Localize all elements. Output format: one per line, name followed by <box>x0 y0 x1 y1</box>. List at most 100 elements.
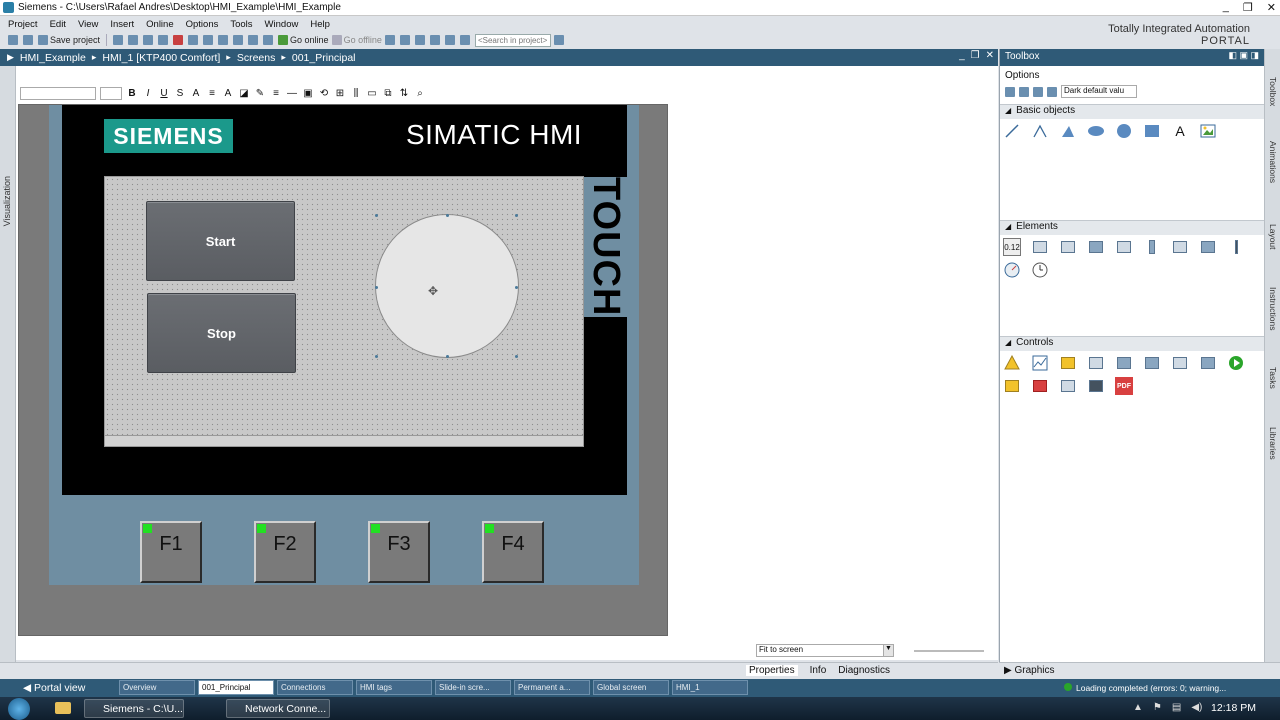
underline-button[interactable]: U <box>158 88 170 99</box>
media-player-icon[interactable] <box>1227 354 1245 372</box>
table-view-icon[interactable] <box>1059 377 1077 395</box>
settings-icon[interactable] <box>1033 86 1043 97</box>
list-icon[interactable] <box>1047 86 1057 97</box>
go-offline-button[interactable]: Go offline <box>331 34 382 47</box>
breadcrumb-project[interactable]: HMI_Example <box>20 52 86 64</box>
menu-options[interactable]: Options <box>182 17 227 32</box>
task-card-tasks[interactable]: Tasks <box>1268 367 1278 389</box>
selection-handle[interactable] <box>446 214 449 217</box>
tray-volume-icon[interactable]: ◀) <box>1191 702 1202 713</box>
user-icon[interactable] <box>1019 86 1029 97</box>
taskbar-siemens[interactable]: Siemens - C:\U... <box>84 699 184 718</box>
maximize-button[interactable]: ❐ <box>1243 1 1253 14</box>
chevron-down-icon[interactable]: ▼ <box>883 645 893 656</box>
print-button[interactable] <box>113 34 125 47</box>
zoom-combo[interactable]: Fit to screen ▼ <box>756 644 894 657</box>
zoom-slider[interactable] <box>914 649 984 652</box>
tab-hmi-1[interactable]: HMI_1 <box>672 680 748 695</box>
selection-handle[interactable] <box>375 286 378 289</box>
sm-ate-view-icon[interactable] <box>1143 354 1161 372</box>
task-card-toolbox[interactable]: Toolbox <box>1268 77 1278 106</box>
editor-close-button[interactable]: ✕ <box>986 50 994 61</box>
new-project-button[interactable] <box>8 34 20 47</box>
text-field-tool-icon[interactable]: A <box>1171 122 1189 140</box>
task-card-animations[interactable]: Animations <box>1268 141 1278 183</box>
compile-button[interactable] <box>218 34 230 47</box>
breadcrumb-screen[interactable]: 001_Principal <box>292 52 356 64</box>
zoom-icon[interactable]: ⌕ <box>414 88 426 99</box>
style-combo[interactable]: Dark default valu <box>1061 85 1137 98</box>
text-color-icon[interactable]: A <box>222 88 234 99</box>
clock[interactable]: 12:18 PM <box>1211 702 1256 714</box>
user-view-icon[interactable] <box>1059 354 1077 372</box>
html-browser-icon[interactable] <box>1087 354 1105 372</box>
copy-button[interactable] <box>143 34 155 47</box>
symbolic-io-field-icon[interactable] <box>1059 238 1077 256</box>
split-vertical-button[interactable] <box>459 34 472 47</box>
slider-element-icon[interactable] <box>1227 238 1245 256</box>
breadcrumb-screens[interactable]: Screens <box>237 52 276 64</box>
search-button[interactable] <box>553 34 566 47</box>
project-tree-collapsed[interactable]: Visualization <box>0 66 16 676</box>
selection-handle[interactable] <box>375 214 378 217</box>
system-diagnostics-icon[interactable] <box>1199 354 1217 372</box>
visualization-tab[interactable]: Visualization <box>2 176 12 226</box>
paste-button[interactable] <box>158 34 170 47</box>
polyline-tool-icon[interactable] <box>1031 122 1049 140</box>
task-card-layout[interactable]: Layout <box>1268 224 1278 250</box>
line-style-icon[interactable]: ≡ <box>270 88 282 99</box>
group-icon[interactable]: ▣ <box>302 88 314 99</box>
selection-handle[interactable] <box>515 355 518 358</box>
tray-arrow-icon[interactable]: ▲ <box>1133 702 1143 713</box>
menu-window[interactable]: Window <box>261 17 307 32</box>
switch-element-icon[interactable] <box>1171 238 1189 256</box>
order-icon[interactable]: ⇅ <box>398 88 410 99</box>
menu-online[interactable]: Online <box>142 17 181 32</box>
tab-001-principal[interactable]: 001_Principal <box>198 680 274 695</box>
gauge-element-icon[interactable] <box>1003 261 1021 279</box>
selection-handle[interactable] <box>446 355 449 358</box>
tab-permanent-area[interactable]: Permanent a... <box>514 680 590 695</box>
explorer-icon[interactable] <box>55 702 71 714</box>
function-key-f2[interactable]: F2 <box>254 521 316 583</box>
tray-flag-icon[interactable]: ⚑ <box>1153 702 1162 713</box>
stop-button[interactable]: Stop <box>147 293 296 373</box>
alarm-view-icon[interactable] <box>1003 354 1021 372</box>
pdf-view-icon[interactable]: PDF <box>1115 377 1133 395</box>
selection-handle[interactable] <box>515 286 518 289</box>
circle-indicator[interactable] <box>375 214 519 358</box>
trend-view-icon[interactable] <box>1031 354 1049 372</box>
font-combo[interactable] <box>20 86 96 100</box>
cut-button[interactable] <box>128 34 140 47</box>
search-in-project-input[interactable]: <Search in project> <box>474 33 551 47</box>
camera-control-icon[interactable] <box>1031 377 1049 395</box>
line-tool-icon[interactable] <box>1003 122 1021 140</box>
align-left-icon[interactable]: ≡ <box>206 88 218 99</box>
menu-project[interactable]: Project <box>4 17 46 32</box>
close-button[interactable]: ✕ <box>1267 1 1276 14</box>
task-card-instructions[interactable]: Instructions <box>1268 287 1278 330</box>
close-all-button[interactable] <box>429 34 442 47</box>
selection-handle[interactable] <box>515 214 518 217</box>
button-element-icon[interactable] <box>1031 238 1049 256</box>
menu-tools[interactable]: Tools <box>226 17 260 32</box>
rectangle-tool-icon[interactable] <box>1143 122 1161 140</box>
tab-slide-in-screens[interactable]: Slide-in scre... <box>435 680 511 695</box>
portal-view-button[interactable]: ◀ Portal view <box>23 682 85 694</box>
taskbar-network[interactable]: Network Conne... <box>226 699 330 718</box>
distribute-icon[interactable]: ⫼ <box>350 88 362 99</box>
function-key-f4[interactable]: F4 <box>482 521 544 583</box>
start-button-windows[interactable] <box>8 698 30 720</box>
split-horizontal-button[interactable] <box>444 34 457 47</box>
pointer-icon[interactable] <box>1005 86 1015 97</box>
split-editor-button[interactable] <box>414 34 427 47</box>
font-size-up-button[interactable]: A <box>190 88 202 99</box>
tab-properties[interactable]: Properties <box>746 665 798 676</box>
open-project-button[interactable] <box>23 34 35 47</box>
bold-button[interactable]: B <box>126 88 138 99</box>
hmi-screen-001-principal[interactable]: Start Stop ✥ <box>104 176 584 447</box>
menu-edit[interactable]: Edit <box>46 17 74 32</box>
menu-view[interactable]: View <box>74 17 106 32</box>
menu-insert[interactable]: Insert <box>106 17 142 32</box>
editor-restore-button[interactable]: ❐ <box>971 50 980 61</box>
